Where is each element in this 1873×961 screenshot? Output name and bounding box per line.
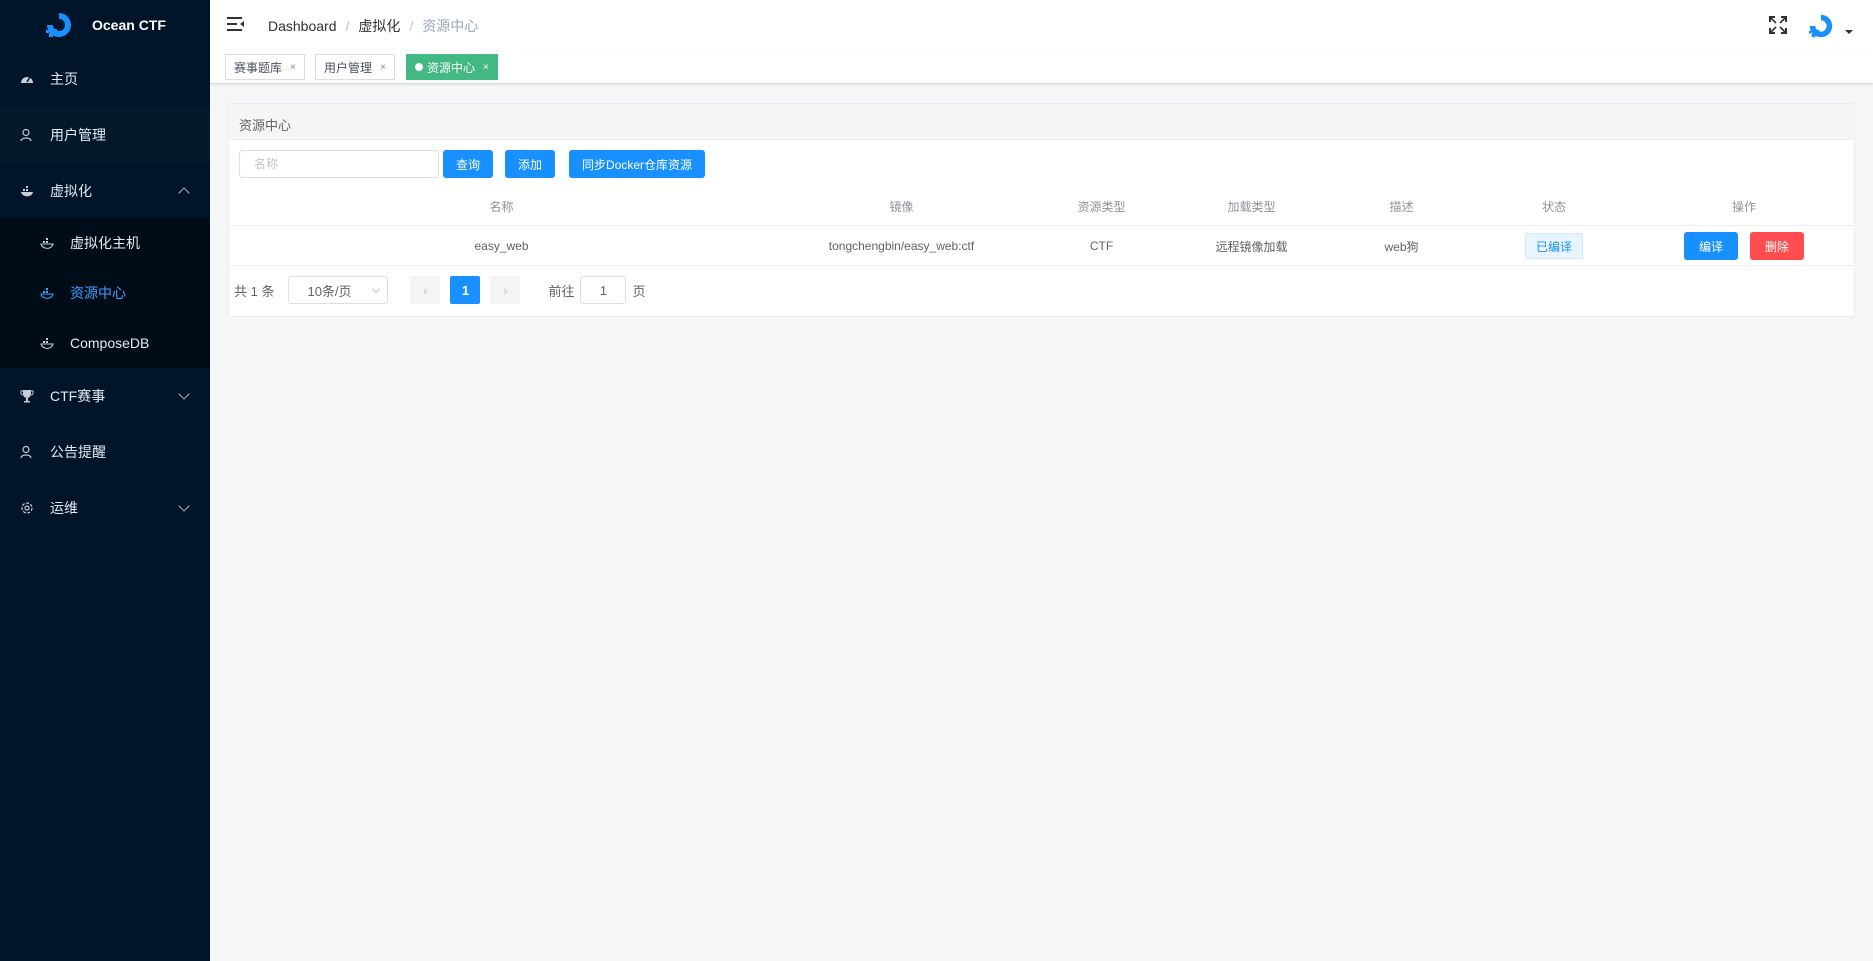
logo[interactable]: Ocean CTF bbox=[0, 0, 210, 50]
user-icon bbox=[20, 128, 34, 142]
close-icon[interactable]: × bbox=[483, 62, 489, 73]
goto-label: 前往 bbox=[548, 283, 575, 299]
goto-page-input[interactable] bbox=[580, 276, 627, 304]
settings-icon bbox=[20, 501, 34, 515]
cell-type: CTF bbox=[1089, 239, 1114, 253]
sidebar-item-label: ComposeDB bbox=[70, 335, 150, 351]
docker-icon bbox=[40, 286, 54, 300]
compile-button[interactable]: 编译 bbox=[1683, 232, 1738, 260]
sidebar-item-label: 运维 bbox=[50, 500, 78, 516]
cell-load-type: 远程镜像加载 bbox=[1215, 239, 1288, 254]
page-number-button[interactable]: 1 bbox=[450, 276, 481, 304]
chevron-up-icon bbox=[178, 187, 190, 199]
breadcrumb-virtualization[interactable]: 虚拟化 bbox=[358, 16, 400, 36]
next-page-button[interactable]: › bbox=[490, 276, 521, 304]
total-count: 共 1 条 bbox=[234, 283, 275, 299]
breadcrumb: Dashboard / 虚拟化 / 资源中心 bbox=[268, 16, 478, 36]
breadcrumb-current: 资源中心 bbox=[422, 18, 479, 34]
sidebar-subitem-hosts[interactable]: 虚拟化主机 bbox=[0, 218, 210, 268]
sidebar-item-virtualization[interactable]: 虚拟化 bbox=[0, 163, 210, 219]
dashboard-icon bbox=[20, 72, 34, 86]
column-header: 操作 bbox=[1731, 199, 1756, 214]
sidebar-item-label: 公告提醒 bbox=[50, 444, 106, 460]
tag-label: 资源中心 bbox=[427, 60, 476, 75]
chevron-down-icon bbox=[372, 284, 381, 294]
tag-label: 赛事题库 bbox=[234, 60, 283, 75]
chevron-down-icon bbox=[178, 388, 190, 400]
search-input[interactable] bbox=[239, 150, 439, 178]
query-button[interactable]: 查询 bbox=[443, 150, 494, 178]
goto-suffix: 页 bbox=[632, 283, 646, 299]
caret-down-icon[interactable] bbox=[1845, 30, 1853, 34]
page-size-select[interactable]: 10条/页 bbox=[288, 276, 389, 304]
docker-icon bbox=[40, 236, 54, 250]
sidebar-item-notice[interactable]: 公告提醒 bbox=[0, 424, 210, 480]
user-icon bbox=[20, 445, 34, 459]
fullscreen-icon[interactable] bbox=[1769, 16, 1787, 34]
delete-button[interactable]: 删除 bbox=[1750, 232, 1805, 260]
active-dot-icon bbox=[415, 63, 423, 71]
pagination: 共 1 条 10条/页 ‹ 1 › 前往 页 bbox=[234, 276, 646, 304]
column-header: 镜像 bbox=[889, 199, 914, 214]
column-header: 名称 bbox=[489, 199, 514, 214]
sidebar-item-label: CTF赛事 bbox=[50, 388, 106, 404]
sidebar-item-users[interactable]: 用户管理 bbox=[0, 107, 210, 163]
sidebar-subitem-resources[interactable]: 资源中心 bbox=[0, 268, 210, 318]
chevron-right-icon: › bbox=[503, 282, 508, 298]
prev-page-button[interactable]: ‹ bbox=[410, 276, 441, 304]
column-header: 状态 bbox=[1541, 199, 1566, 214]
sync-docker-button[interactable]: 同步Docker仓库资源 bbox=[569, 150, 706, 178]
column-header: 描述 bbox=[1389, 199, 1414, 214]
close-icon[interactable]: × bbox=[290, 62, 296, 73]
tag-label: 用户管理 bbox=[324, 60, 373, 75]
breadcrumb-dashboard[interactable]: Dashboard bbox=[268, 18, 337, 34]
sidebar-subitem-composedb[interactable]: ComposeDB bbox=[0, 318, 210, 368]
sidebar-item-label: 资源中心 bbox=[70, 285, 126, 301]
breadcrumb-separator: / bbox=[345, 18, 350, 34]
avatar[interactable] bbox=[1807, 12, 1835, 40]
docker-icon bbox=[40, 336, 54, 350]
table-row: easy_web tongchengbin/easy_web:ctf CTF 远… bbox=[229, 226, 1854, 266]
header: Dashboard / 虚拟化 / 资源中心 bbox=[210, 0, 1873, 50]
add-button[interactable]: 添加 bbox=[505, 150, 556, 178]
tag-competition-bank[interactable]: 赛事题库 × bbox=[225, 54, 305, 80]
cell-description: web狗 bbox=[1384, 239, 1419, 254]
card-title: 资源中心 bbox=[229, 104, 1854, 140]
sidebar-item-ops[interactable]: 运维 bbox=[0, 480, 210, 536]
tag-resource-center[interactable]: 资源中心 × bbox=[406, 54, 498, 80]
cell-image: tongchengbin/easy_web:ctf bbox=[828, 239, 975, 253]
page-size-value: 10条/页 bbox=[307, 283, 352, 299]
sidebar: Ocean CTF 主页 用户管理 虚拟化 虚拟化主机 资源中心 Compose… bbox=[0, 0, 210, 961]
cell-actions: 编译 删除 bbox=[1634, 226, 1854, 266]
tag-user-management[interactable]: 用户管理 × bbox=[315, 54, 395, 80]
trophy-icon bbox=[20, 389, 34, 403]
sidebar-item-label: 虚拟化 bbox=[50, 183, 92, 199]
resource-card: 资源中心 查询 添加 同步Docker仓库资源 名称 镜像 资源类型 加载类型 … bbox=[228, 103, 1855, 317]
cell-name: easy_web bbox=[474, 239, 529, 253]
resource-table: 名称 镜像 资源类型 加载类型 描述 状态 操作 easy_web tongch… bbox=[229, 186, 1854, 266]
sidebar-item-ctf[interactable]: CTF赛事 bbox=[0, 368, 210, 424]
close-icon[interactable]: × bbox=[380, 62, 386, 73]
menu-toggle-icon[interactable] bbox=[227, 16, 245, 32]
status-badge: 已编译 bbox=[1524, 233, 1583, 259]
chevron-down-icon bbox=[178, 500, 190, 512]
app-name: Ocean CTF bbox=[92, 17, 166, 33]
sidebar-item-label: 用户管理 bbox=[50, 127, 106, 143]
breadcrumb-separator: / bbox=[409, 18, 414, 34]
virtualization-submenu: 虚拟化主机 资源中心 ComposeDB bbox=[0, 218, 210, 368]
chevron-left-icon: ‹ bbox=[423, 282, 428, 298]
sidebar-item-label: 主页 bbox=[50, 71, 78, 87]
sidebar-item-home[interactable]: 主页 bbox=[0, 51, 210, 107]
table-header: 名称 镜像 资源类型 加载类型 描述 状态 操作 bbox=[229, 186, 1854, 226]
column-header: 资源类型 bbox=[1077, 199, 1126, 214]
column-header: 加载类型 bbox=[1227, 199, 1276, 214]
tags-bar: 赛事题库 × 用户管理 × 资源中心 × bbox=[210, 50, 1873, 84]
sidebar-item-label: 虚拟化主机 bbox=[70, 235, 140, 251]
docker-icon bbox=[20, 184, 34, 198]
ocean-logo-icon bbox=[46, 13, 71, 37]
toolbar: 查询 添加 同步Docker仓库资源 bbox=[239, 150, 706, 178]
cell-status: 已编译 bbox=[1474, 226, 1634, 266]
